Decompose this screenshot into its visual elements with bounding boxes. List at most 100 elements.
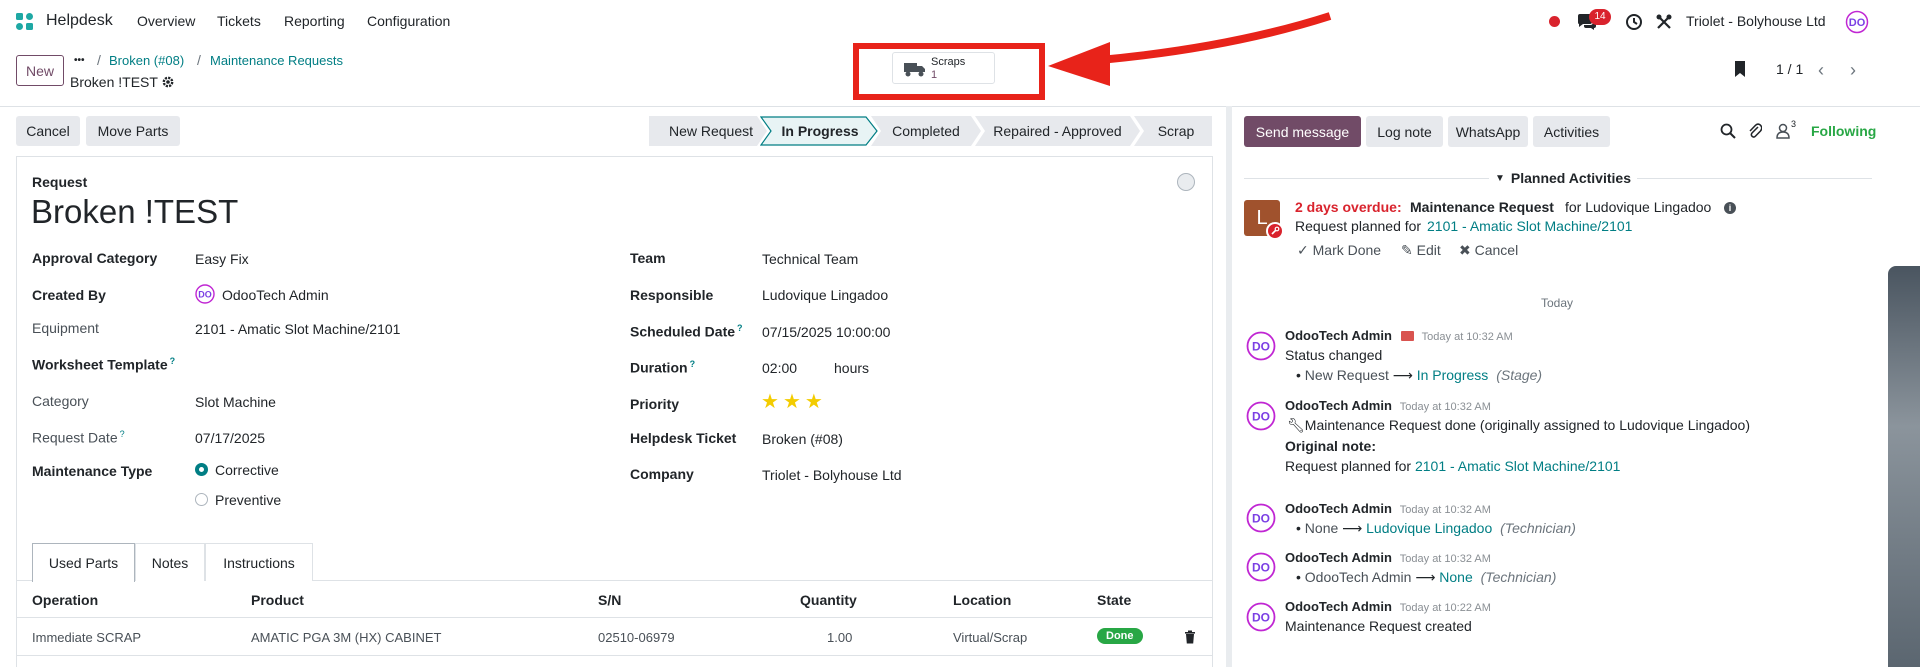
company-switcher[interactable]: Triolet - Bolyhouse Ltd (1686, 13, 1826, 29)
breadcrumb-requests-link[interactable]: Maintenance Requests (210, 53, 343, 68)
help-icon[interactable]: ? (170, 356, 176, 366)
new-button[interactable]: New (16, 55, 64, 86)
help-icon[interactable]: ? (690, 359, 696, 369)
priority-stars[interactable]: ★ ★ ★ (761, 392, 823, 412)
tab-instructions[interactable]: Instructions (205, 543, 313, 581)
preventive-label[interactable]: Preventive (215, 492, 281, 508)
activities-button[interactable]: Activities (1533, 116, 1610, 147)
edit-activity-button[interactable]: ✎ Edit (1401, 242, 1441, 259)
created-by-value[interactable]: OdooTech Admin (222, 287, 329, 303)
message-author[interactable]: OdooTech Admin (1285, 328, 1392, 343)
cell-product[interactable]: AMATIC PGA 3M (HX) CABINET (251, 630, 441, 645)
stage-label: Scrap (1157, 123, 1195, 139)
col-product[interactable]: Product (251, 592, 304, 608)
bookmark-icon[interactable] (1733, 60, 1747, 78)
stage-completed[interactable]: Completed (871, 116, 981, 146)
cell-quantity[interactable]: 1.00 (827, 630, 852, 645)
user-avatar[interactable]: DO (1845, 10, 1869, 34)
scraps-label: Scraps (931, 56, 966, 68)
message-author[interactable]: OdooTech Admin (1285, 599, 1392, 614)
menu-tickets[interactable]: Tickets (217, 13, 261, 29)
request-title[interactable]: Broken !TEST (31, 193, 238, 231)
duration-value[interactable]: 02:00 (762, 360, 797, 376)
request-date-value[interactable]: 07/17/2025 (195, 430, 265, 446)
message-author[interactable]: OdooTech Admin (1285, 550, 1392, 565)
message-author[interactable]: OdooTech Admin (1285, 501, 1392, 516)
app-name[interactable]: Helpdesk (46, 12, 113, 30)
record-indicator-dot[interactable] (1549, 16, 1560, 27)
radio-corrective[interactable] (195, 463, 208, 476)
scheduled-date-value[interactable]: 07/15/2025 10:00:00 (762, 324, 890, 340)
info-icon[interactable]: i (1724, 202, 1736, 214)
radio-preventive[interactable] (195, 493, 208, 506)
star-icon[interactable]: ★ (761, 392, 779, 412)
cancel-button[interactable]: Cancel (16, 116, 80, 146)
duration-label: Duration? (630, 359, 696, 376)
paperclip-icon[interactable] (1748, 122, 1763, 140)
stage-label: Repaired - Approved (993, 123, 1122, 139)
svg-text:DO: DO (1252, 410, 1270, 424)
equipment-value[interactable]: 2101 - Amatic Slot Machine/2101 (195, 321, 400, 337)
breadcrumb-ticket-link[interactable]: Broken (#08) (109, 53, 184, 68)
cell-operation[interactable]: Immediate SCRAP (32, 630, 141, 645)
equipment-label: Equipment (32, 320, 99, 336)
col-quantity[interactable]: Quantity (800, 592, 857, 608)
col-state[interactable]: State (1097, 592, 1131, 608)
chat-count-badge: 14 (1589, 9, 1611, 25)
col-operation[interactable]: Operation (32, 592, 98, 608)
col-sn[interactable]: S/N (598, 592, 621, 608)
star-icon[interactable]: ★ (805, 392, 823, 412)
approval-category-value[interactable]: Easy Fix (195, 251, 249, 267)
menu-reporting[interactable]: Reporting (284, 13, 345, 29)
gear-icon[interactable] (161, 75, 175, 89)
tracking-old: OdooTech Admin (1304, 569, 1412, 585)
followers-count[interactable]: 3 (1791, 119, 1796, 129)
menu-configuration[interactable]: Configuration (367, 13, 450, 29)
scraps-smart-button[interactable]: Scraps 1 (892, 52, 995, 84)
stage-in-progress[interactable]: In Progress (770, 116, 870, 146)
cancel-activity-button[interactable]: ✖ Cancel (1459, 242, 1518, 259)
log-note-button[interactable]: Log note (1366, 116, 1443, 147)
menu-overview[interactable]: Overview (137, 13, 195, 29)
responsible-value[interactable]: Ludovique Lingadoo (762, 287, 888, 303)
mark-done-button[interactable]: ✓ Mark Done (1297, 242, 1381, 259)
stage-new-request[interactable]: New Request (649, 116, 767, 146)
send-message-button[interactable]: Send message (1244, 116, 1361, 147)
close-icon: ✖ (1459, 242, 1475, 258)
apps-menu-icon[interactable] (15, 12, 35, 32)
planned-activities-header[interactable]: ▼ Planned Activities (1489, 170, 1637, 186)
pager-next-icon[interactable]: › (1850, 60, 1856, 81)
message-time: Today at 10:22 AM (1399, 602, 1491, 614)
breadcrumb-more-button[interactable]: ••• (74, 55, 85, 66)
note-link[interactable]: 2101 - Amatic Slot Machine/2101 (1415, 458, 1620, 474)
whatsapp-button[interactable]: WhatsApp (1448, 116, 1528, 147)
cell-location[interactable]: Virtual/Scrap (953, 630, 1027, 645)
pager-prev-icon[interactable]: ‹ (1818, 60, 1824, 81)
pager-value[interactable]: 1 / 1 (1776, 61, 1803, 77)
tab-used-parts[interactable]: Used Parts (32, 543, 135, 582)
search-icon[interactable] (1720, 123, 1736, 139)
stage-repaired-approved[interactable]: Repaired - Approved (975, 116, 1140, 146)
stage-scrap[interactable]: Scrap (1134, 116, 1212, 146)
team-value[interactable]: Technical Team (762, 251, 858, 267)
company-value[interactable]: Triolet - Bolyhouse Ltd (762, 467, 902, 483)
help-icon[interactable]: ? (120, 429, 125, 439)
help-icon[interactable]: ? (737, 323, 743, 333)
tools-icon[interactable] (1655, 13, 1673, 31)
star-icon[interactable]: ★ (783, 392, 801, 412)
activity-planned-link[interactable]: 2101 - Amatic Slot Machine/2101 (1427, 218, 1632, 234)
trash-icon[interactable] (1184, 630, 1196, 644)
message-author[interactable]: OdooTech Admin (1285, 398, 1392, 413)
col-location[interactable]: Location (953, 592, 1011, 608)
helpdesk-ticket-value[interactable]: Broken (#08) (762, 431, 843, 447)
following-toggle[interactable]: Following (1811, 123, 1876, 139)
corrective-label[interactable]: Corrective (215, 462, 279, 478)
move-parts-button[interactable]: Move Parts (86, 116, 180, 146)
clock-icon[interactable] (1625, 13, 1643, 31)
category-value[interactable]: Slot Machine (195, 394, 276, 410)
tab-notes[interactable]: Notes (135, 543, 205, 581)
followers-icon[interactable] (1776, 123, 1790, 139)
message-header: OdooTech Admin Today at 10:32 AM (1285, 549, 1491, 565)
kanban-state-indicator[interactable] (1177, 173, 1195, 191)
cell-sn[interactable]: 02510-06979 (598, 630, 675, 645)
